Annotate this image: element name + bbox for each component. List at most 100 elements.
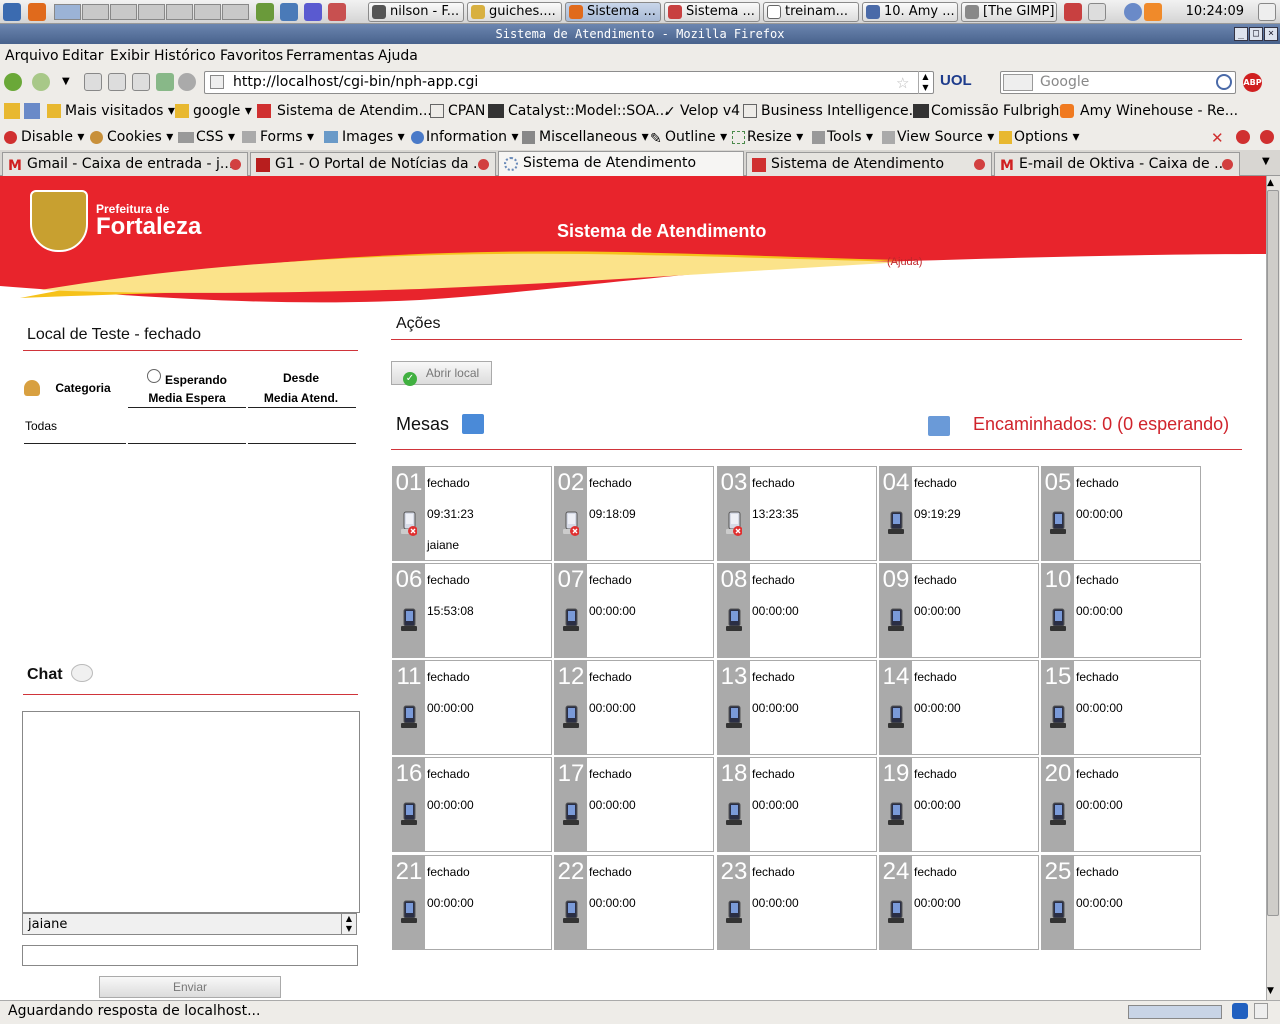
menu-ferramentas[interactable]: Ferramentas [286,48,374,64]
workspace-5[interactable] [166,4,193,20]
bookmark-google[interactable]: google ▾ [175,103,252,119]
bookmark-amy[interactable]: Amy Winehouse - Re... [1060,103,1238,119]
menu-arquivo[interactable]: Arquivo [5,48,59,64]
stop-icon[interactable] [108,73,126,91]
desk-tile[interactable]: 25 fechado 00:00:00 [1041,855,1201,950]
chat-log[interactable] [22,711,360,913]
search-bar[interactable] [1000,71,1236,94]
dev-options[interactable]: Options ▾ [999,129,1080,145]
tab-close-icon[interactable] [974,159,985,170]
adblock-icon[interactable]: ABP [1243,73,1262,92]
network-icon[interactable] [256,3,274,21]
desk-tile[interactable]: 20 fechado 00:00:00 [1041,757,1201,852]
tab-sistema-active[interactable]: Sistema de Atendimento [498,151,744,176]
addon-icon-2[interactable] [1254,1003,1268,1019]
apps-menu-icon[interactable] [3,3,21,21]
update-icon[interactable] [1144,3,1162,21]
desk-tile[interactable]: 13 fechado 00:00:00 [717,660,877,755]
forward-icon[interactable] [32,73,50,91]
task-2[interactable]: Sistema ... [565,2,661,22]
bookmark-mais-visitados[interactable]: Mais visitados ▾ [47,103,175,119]
history-dropdown-icon[interactable]: ▼ [62,76,70,87]
task-4[interactable]: treinam... [763,2,859,22]
home-icon[interactable] [132,73,150,91]
close-window-button[interactable]: × [1264,27,1278,41]
task-6[interactable]: [The GIMP] [961,2,1057,22]
chat-user-select[interactable]: jaiane [22,913,357,935]
menu-historico[interactable]: Histórico [154,48,216,64]
tab-close-icon[interactable] [478,159,489,170]
desk-tile[interactable]: 07 fechado 00:00:00 [554,563,714,658]
desk-tile[interactable]: 19 fechado 00:00:00 [879,757,1039,852]
dev-css[interactable]: CSS ▾ [178,129,235,145]
download-icon[interactable] [156,73,174,91]
desk-tile[interactable]: 15 fechado 00:00:00 [1041,660,1201,755]
search-icon[interactable] [1216,74,1232,90]
addon-icon[interactable] [1232,1003,1248,1019]
dev-tools[interactable]: Tools ▾ [812,129,873,145]
dev-cookies[interactable]: Cookies ▾ [90,129,173,145]
desk-tile[interactable]: 11 fechado 00:00:00 [392,660,552,755]
task-3[interactable]: Sistema ... [664,2,760,22]
volume-icon[interactable] [1088,3,1106,21]
desk-tile[interactable]: 09 fechado 00:00:00 [879,563,1039,658]
network-status-icon[interactable] [1064,3,1082,21]
minimize-button[interactable]: _ [1234,27,1248,41]
reload-icon[interactable] [84,73,102,91]
dev-disable[interactable]: Disable ▾ [4,129,84,145]
site-identity-icon[interactable] [210,75,224,89]
desk-tile[interactable]: 22 fechado 00:00:00 [554,855,714,950]
workspace-6[interactable] [194,4,221,20]
chat-message-input[interactable] [22,945,358,966]
desk-tile[interactable]: 18 fechado 00:00:00 [717,757,877,852]
desk-tile[interactable]: 04 fechado 09:19:29 [879,466,1039,561]
desk-tile[interactable]: 10 fechado 00:00:00 [1041,563,1201,658]
send-button[interactable]: Enviar [99,976,281,998]
menu-favoritos[interactable]: Favoritos [220,48,283,64]
scroll-up-icon[interactable]: ▲ [1267,178,1274,188]
dev-outline[interactable]: ✎ Outline ▾ [650,129,727,147]
desk-tile[interactable]: 16 fechado 00:00:00 [392,757,552,852]
task-0[interactable]: nilson - F... [368,2,464,22]
firefox-launcher-icon[interactable] [28,3,46,21]
warning-icon[interactable] [1236,130,1250,144]
alert-icon[interactable] [1260,130,1274,144]
workspace-7[interactable] [222,4,249,20]
bookmark-velop[interactable]: ✓ Velop v4 [664,103,740,120]
menu-ajuda[interactable]: Ajuda [378,48,418,64]
help-link[interactable]: (Ajuda) [887,256,922,268]
desktop-icon[interactable] [1258,3,1276,21]
search-tray-icon[interactable] [1124,3,1142,21]
tool-icon[interactable] [328,3,346,21]
messenger-icon[interactable] [304,3,322,21]
bookmark-cpan[interactable]: CPAN [430,103,485,119]
menu-exibir[interactable]: Exibir [110,48,150,64]
desk-tile[interactable]: 14 fechado 00:00:00 [879,660,1039,755]
bookmark-bi[interactable]: Business Intelligence... [743,103,922,119]
url-dropdown-icon[interactable]: ▲ ▼ [918,71,932,94]
gear-icon[interactable] [178,73,196,91]
dev-view-source[interactable]: View Source ▾ [882,129,994,145]
desk-tile[interactable]: 12 fechado 00:00:00 [554,660,714,755]
desk-tile[interactable]: 17 fechado 00:00:00 [554,757,714,852]
desk-tile[interactable]: 24 fechado 00:00:00 [879,855,1039,950]
bookmarks-menu-icon[interactable] [4,103,20,119]
workspace-2[interactable] [82,4,109,20]
desk-tile[interactable]: 02 fechado 09:18:09 [554,466,714,561]
dev-images[interactable]: Images ▾ [324,129,405,145]
dev-information[interactable]: Information ▾ [411,129,519,145]
dev-miscellaneous[interactable]: Miscellaneous ▾ [522,129,649,145]
tab-oktiva[interactable]: M E-mail de Oktiva - Caixa de ... [994,152,1240,176]
workspace-4[interactable] [138,4,165,20]
desk-tile[interactable]: 03 fechado 13:23:35 [717,466,877,561]
task-5[interactable]: 10. Amy ... [862,2,958,22]
dev-forms[interactable]: Forms ▾ [242,129,314,145]
search-engine-icon[interactable] [1003,74,1033,91]
tab-sistema[interactable]: Sistema de Atendimento [746,152,992,176]
error-x-icon[interactable]: ✕ [1211,129,1224,147]
desk-tile[interactable]: 05 fechado 00:00:00 [1041,466,1201,561]
tab-close-icon[interactable] [230,159,241,170]
dev-resize[interactable]: Resize ▾ [732,129,803,145]
bookmark-sistema[interactable]: Sistema de Atendim... [257,103,432,119]
desk-tile[interactable]: 08 fechado 00:00:00 [717,563,877,658]
